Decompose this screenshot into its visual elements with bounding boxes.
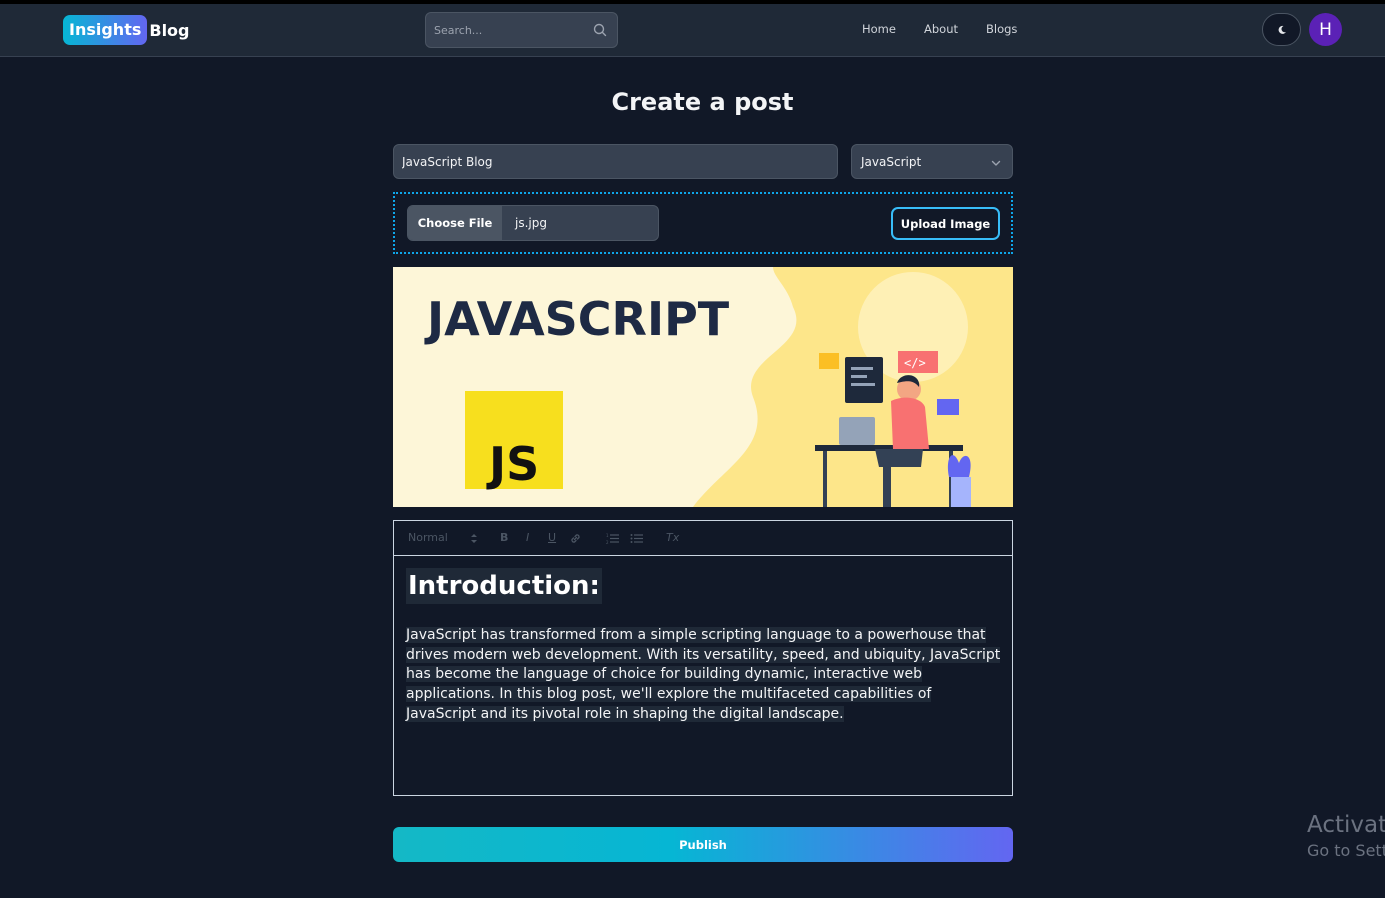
javascript-banner-illustration: JAVASCRIPT JS </> — [393, 267, 1013, 507]
logo-badge: Insights — [63, 15, 148, 45]
nav-home-link[interactable]: Home — [862, 22, 896, 36]
link-icon[interactable] — [569, 532, 582, 545]
image-upload-area: Choose File js.jpg Upload Image — [393, 192, 1013, 254]
page-title: Create a post — [611, 88, 794, 116]
chevron-down-icon — [991, 160, 1001, 166]
svg-text:1: 1 — [606, 533, 609, 538]
category-selected-value: JavaScript — [861, 155, 922, 169]
nav-about-link[interactable]: About — [924, 22, 958, 36]
ordered-list-icon[interactable]: 1 2 — [606, 532, 619, 545]
user-avatar[interactable]: H — [1309, 13, 1342, 46]
selected-file-name: js.jpg — [515, 216, 547, 230]
rich-text-editor[interactable]: Normal B I U 1 2 Tx Introduction: JavaSc… — [393, 520, 1013, 796]
watermark-line-1: Activate — [1307, 812, 1385, 838]
publish-button[interactable]: Publish — [393, 827, 1013, 862]
bold-button[interactable]: B — [500, 531, 508, 544]
format-select-arrows-icon[interactable] — [470, 533, 478, 544]
content-paragraph-text: JavaScript has transformed from a simple… — [406, 627, 1001, 722]
choose-file-button[interactable]: Choose File — [408, 206, 502, 240]
windows-activation-watermark: Activate Go to Settings — [1307, 812, 1385, 860]
navbar: Insights Blog Home About Blogs H — [0, 4, 1385, 57]
cover-image: JAVASCRIPT JS </> — [393, 267, 1013, 507]
upload-image-button[interactable]: Upload Image — [891, 207, 1000, 240]
editor-content[interactable]: Introduction: JavaScript has transformed… — [406, 568, 1002, 725]
site-logo[interactable]: Insights Blog — [63, 15, 190, 45]
format-select[interactable]: Normal — [408, 531, 448, 544]
category-select[interactable]: JavaScript — [851, 144, 1013, 179]
theme-toggle-button[interactable] — [1262, 13, 1301, 46]
search-input[interactable] — [426, 13, 586, 47]
search-icon[interactable] — [592, 22, 608, 38]
watermark-line-2: Go to Settings — [1307, 841, 1385, 860]
logo-text: Blog — [149, 20, 190, 40]
bullet-list-icon[interactable] — [630, 532, 643, 545]
moon-icon — [1278, 25, 1286, 34]
js-badge-text: JS — [486, 437, 539, 491]
nav-blogs-link[interactable]: Blogs — [986, 22, 1017, 36]
search-box — [425, 12, 618, 48]
post-title-input[interactable] — [393, 144, 838, 179]
italic-button[interactable]: I — [526, 531, 529, 544]
editor-toolbar: Normal B I U 1 2 Tx — [394, 521, 1012, 556]
content-paragraph: JavaScript has transformed from a simple… — [406, 626, 1002, 725]
content-heading: Introduction: — [406, 568, 602, 604]
underline-button[interactable]: U — [548, 531, 556, 544]
clear-format-button[interactable]: Tx — [666, 531, 679, 544]
banner-heading: JAVASCRIPT — [424, 292, 730, 346]
file-input[interactable]: Choose File js.jpg — [407, 205, 659, 241]
svg-text:</>: </> — [904, 356, 926, 370]
svg-text:2: 2 — [606, 540, 609, 545]
